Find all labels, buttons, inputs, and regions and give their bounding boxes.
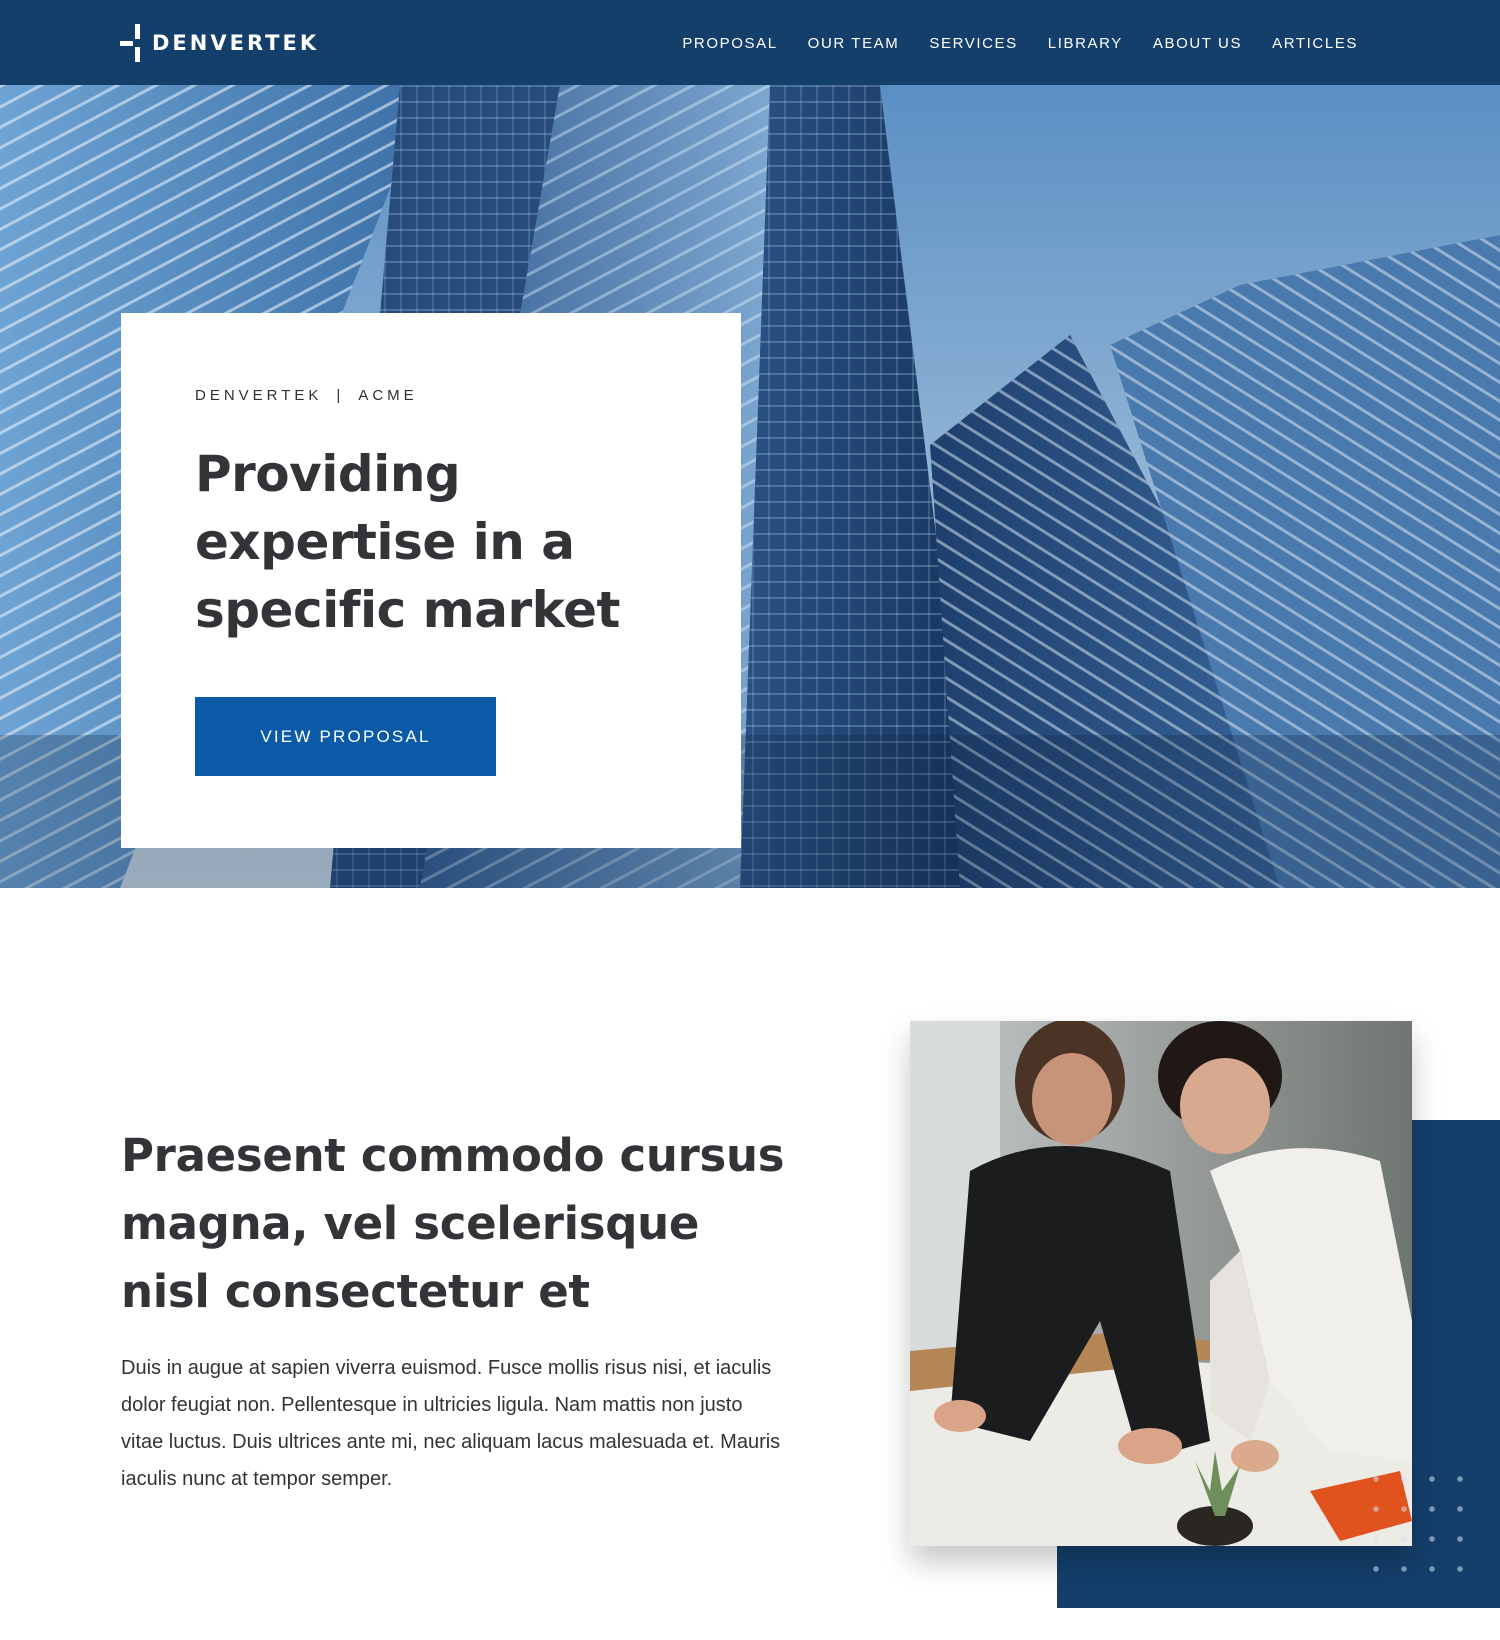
nav-item-articles[interactable]: ARTICLES [1272,35,1358,52]
view-proposal-button[interactable]: VIEW PROPOSAL [195,697,496,776]
intro-title: Praesent commodo cursus magna, vel scele… [121,1129,785,1318]
nav-item-services[interactable]: SERVICES [929,35,1017,52]
intro-body: Duis in augue at sapien viverra euismod.… [121,1357,781,1490]
eyebrow-separator: | [336,387,345,404]
nav-item-library[interactable]: LIBRARY [1048,35,1123,52]
hero-title: Providing expertise in a specific market [195,445,620,639]
logo-mark-icon [120,24,144,62]
brand-name: DENVERTEK [152,31,320,55]
eyebrow-company: DENVERTEK [195,387,323,404]
nav-item-our-team[interactable]: OUR TEAM [808,35,900,52]
team-collaboration-image [910,1021,1412,1546]
main-nav: PROPOSAL OUR TEAM SERVICES LIBRARY ABOUT… [682,35,1358,52]
eyebrow-client: ACME [358,387,418,404]
top-navigation-bar: DENVERTEK PROPOSAL OUR TEAM SERVICES LIB… [0,0,1500,85]
nav-item-proposal[interactable]: PROPOSAL [682,35,777,52]
hero-section: DENVERTEK | ACME Providing expertise in a … [0,85,1500,888]
nav-item-about-us[interactable]: ABOUT US [1153,35,1242,52]
hero-card: DENVERTEK | ACME Providing expertise in a … [121,313,741,848]
decorative-dot-grid [1362,1464,1472,1584]
brand-logo[interactable]: DENVERTEK [120,24,319,62]
hero-eyebrow: DENVERTEK | ACME [195,387,418,404]
